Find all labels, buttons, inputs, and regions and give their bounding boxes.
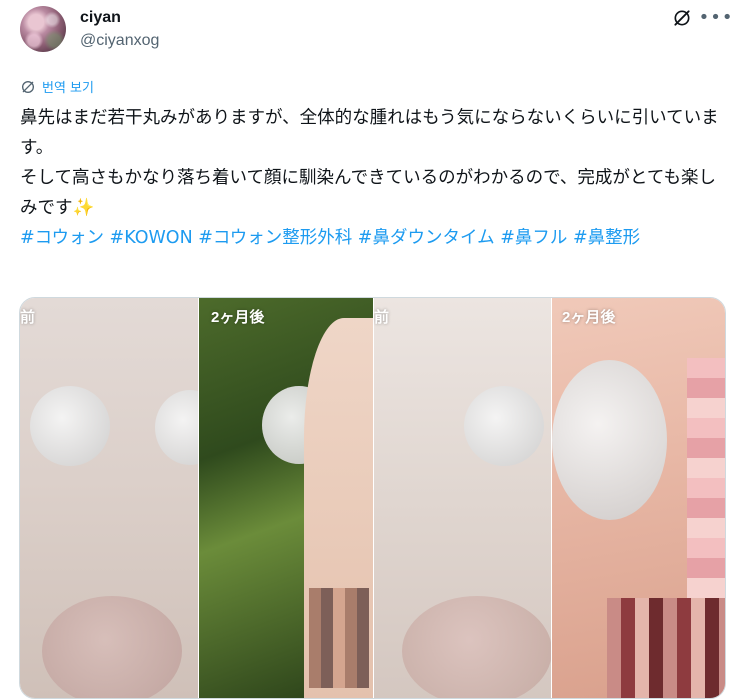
author-name[interactable]: ciyan [80,9,121,27]
photo-before-2[interactable]: 前 [374,298,552,698]
hashtag-list: #コウォン #KOWON #コウォン整形外科 #鼻ダウンタイム #鼻フル #鼻整… [20,223,725,253]
hashtag-link[interactable]: #鼻フル [500,228,567,248]
photo-before-1[interactable]: 前 [20,298,199,698]
post-text: 鼻先はまだ若干丸みがありますが、全体的な腫れはもう気にならないくらいに引いていま… [20,103,725,253]
avatar[interactable] [20,6,66,52]
post-line-1: 鼻先はまだ若干丸みがありますが、全体的な腫れはもう気にならないくらいに引いていま… [20,108,719,158]
photo-label-after-1: 2ヶ月後 [211,309,265,326]
blur-patch [155,390,199,465]
blur-patch [552,360,667,520]
grok-icon [674,10,690,26]
pixel-mosaic [309,588,369,688]
translate-label: 번역 보기 [42,81,94,96]
more-button[interactable]: ••• [699,6,733,30]
post-line-2: そして高さもかなり落ち着いて顔に馴染んできているのがわかるので、完成がとても楽し… [20,168,716,218]
grok-button[interactable] [670,6,694,30]
blur-patch [464,386,544,466]
pixel-mosaic [687,358,725,618]
author-handle[interactable]: @ciyanxog [80,32,159,50]
photo-label-after-2: 2ヶ月後 [562,309,616,326]
pixel-mosaic [607,598,725,698]
hashtag-link[interactable]: #鼻ダウンタイム [358,228,495,248]
translate-link[interactable]: 번역 보기 [20,77,94,96]
more-icon: ••• [698,7,734,28]
globe-icon [22,80,34,93]
photo-label-before-2: 前 [374,309,390,326]
hashtag-link[interactable]: #コウォン [20,228,104,248]
hashtag-link[interactable]: #KOWON [110,228,193,248]
blur-patch [30,386,110,466]
hashtag-link[interactable]: #コウォン整形外科 [198,228,352,248]
hashtag-link[interactable]: #鼻整形 [573,228,640,248]
media-grid[interactable]: 前 2ヶ月後 前 2ヶ月後 [19,297,726,699]
photo-after-2[interactable]: 2ヶ月後 [552,298,725,698]
photo-label-before-1: 前 [20,309,36,326]
blur-patch [402,596,552,698]
blur-patch [42,596,182,698]
photo-after-1[interactable]: 2ヶ月後 [199,298,374,698]
